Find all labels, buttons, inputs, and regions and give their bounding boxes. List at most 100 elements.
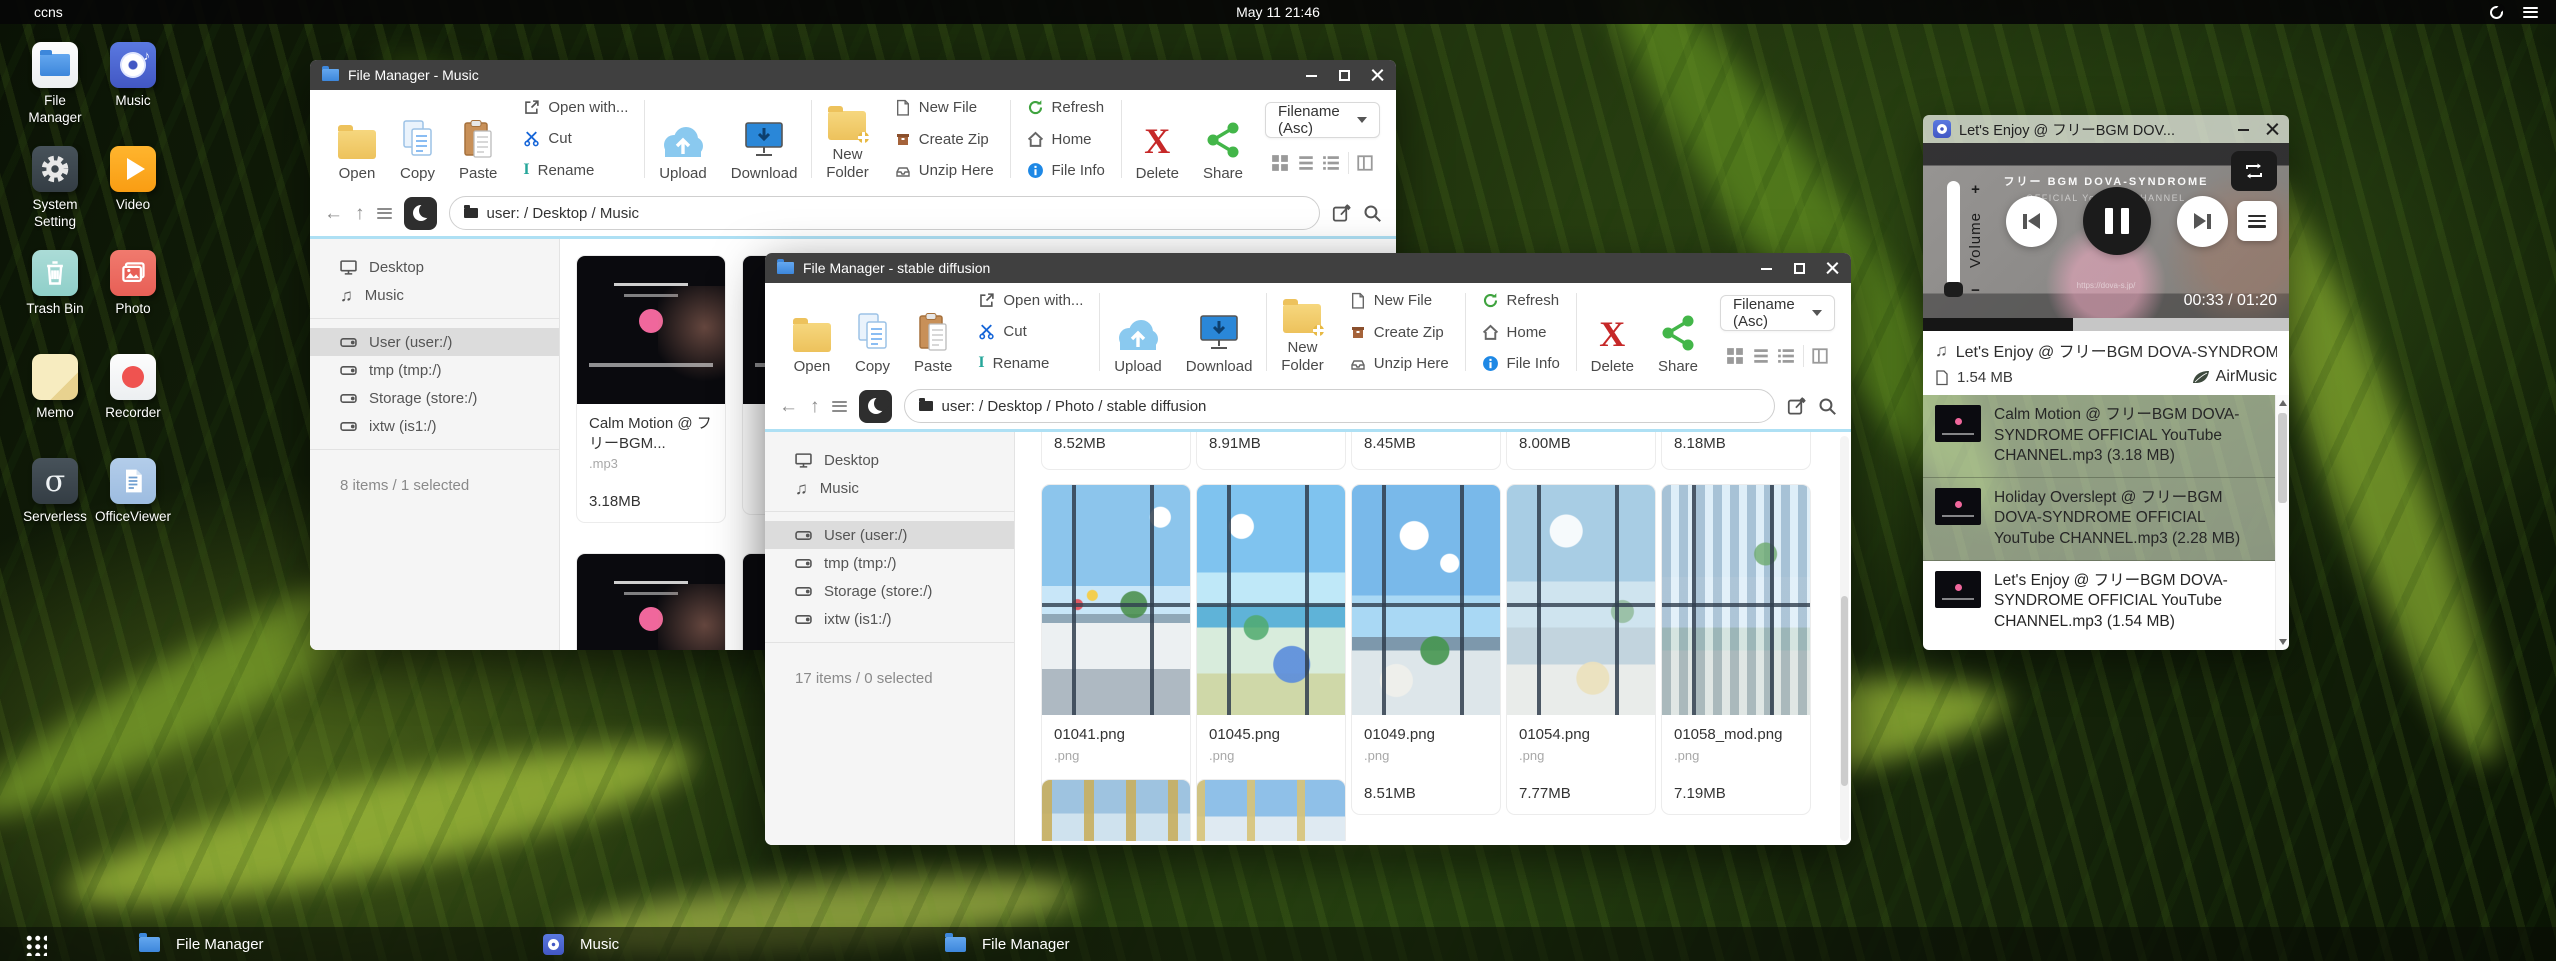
- file-card-01041[interactable]: 01041.png.png7.75MB: [1041, 484, 1191, 815]
- theme-moon-button[interactable]: [859, 390, 892, 423]
- sidebar-item-ixtw-drive[interactable]: ixtw (is1:/): [310, 412, 559, 440]
- up-button[interactable]: ↑: [810, 397, 820, 416]
- file-info-button[interactable]: File Info: [1027, 162, 1105, 179]
- pause-button[interactable]: [2083, 187, 2151, 255]
- view-list-icon[interactable]: [1297, 154, 1315, 172]
- file-info-button[interactable]: File Info: [1482, 355, 1560, 372]
- rename-button[interactable]: I Rename: [978, 354, 1083, 372]
- rename-button[interactable]: I Rename: [523, 161, 628, 179]
- menu-icon[interactable]: [832, 401, 847, 412]
- open-with-button[interactable]: Open with...: [978, 292, 1083, 309]
- file-card-01045[interactable]: 01045.png.png8.41MB: [1196, 484, 1346, 815]
- cut-button[interactable]: Cut: [978, 323, 1083, 340]
- create-zip-button[interactable]: Create Zip: [895, 131, 994, 148]
- up-button[interactable]: ↑: [355, 204, 365, 223]
- unzip-here-button[interactable]: Unzip Here: [1350, 355, 1449, 372]
- unzip-here-button[interactable]: Unzip Here: [895, 162, 994, 179]
- desktop-icon-music[interactable]: Music: [94, 42, 172, 146]
- power-icon[interactable]: [2490, 6, 2503, 19]
- back-button[interactable]: ←: [324, 204, 343, 223]
- desktop-icon-video[interactable]: Video: [94, 146, 172, 250]
- file-card-partial[interactable]: 8.45MB: [1351, 432, 1501, 470]
- file-card-01054[interactable]: 01054.png.png7.77MB: [1506, 484, 1656, 815]
- playlist-item[interactable]: Calm Motion @ フリーBGM DOVA-SYNDROME OFFIC…: [1923, 395, 2275, 478]
- copy-button[interactable]: Copy: [388, 96, 447, 182]
- view-columns-icon[interactable]: [1356, 154, 1374, 172]
- titlebar[interactable]: Let's Enjoy @ フリーBGM DOV...: [1923, 115, 2289, 143]
- sidebar-item-music[interactable]: ♫ Music: [310, 281, 559, 309]
- file-card-01049[interactable]: 01049.png.png8.51MB: [1351, 484, 1501, 815]
- scroll-down-icon[interactable]: [2279, 639, 2287, 645]
- close-button[interactable]: [1826, 262, 1839, 275]
- open-button[interactable]: Open: [781, 289, 843, 375]
- taskbar-item-file-manager-1[interactable]: File Manager: [115, 927, 515, 961]
- home-button[interactable]: Home: [1482, 324, 1560, 341]
- file-card-partial[interactable]: 8.18MB: [1661, 432, 1811, 470]
- sidebar-item-tmp-drive[interactable]: tmp (tmp:/): [310, 356, 559, 384]
- upload-button[interactable]: Upload: [1102, 289, 1174, 375]
- desktop-icon-memo[interactable]: Memo: [16, 354, 94, 458]
- view-list-icon[interactable]: [1752, 347, 1770, 365]
- minimize-button[interactable]: [1305, 69, 1318, 82]
- search-icon[interactable]: [1363, 204, 1382, 223]
- minimize-button[interactable]: [2237, 123, 2250, 136]
- upload-button[interactable]: Upload: [647, 96, 719, 182]
- file-card-partial[interactable]: 8.00MB: [1506, 432, 1656, 470]
- theme-moon-button[interactable]: [404, 197, 437, 230]
- menu-icon[interactable]: [377, 208, 392, 219]
- scroll-up-icon[interactable]: [2279, 400, 2287, 406]
- sidebar-item-user-drive[interactable]: User (user:/): [310, 328, 559, 356]
- new-folder-button[interactable]: NewFolder: [1269, 289, 1336, 375]
- close-button[interactable]: [1371, 69, 1384, 82]
- file-card-partial[interactable]: [1041, 779, 1191, 841]
- volume-handle[interactable]: [1944, 282, 1963, 297]
- file-card-calm-motion[interactable]: Calm Motion @ フリーBGM... .mp3 3.18MB: [576, 255, 726, 523]
- titlebar[interactable]: File Manager - Music: [310, 60, 1396, 90]
- view-columns-icon[interactable]: [1811, 347, 1829, 365]
- sidebar-item-desktop[interactable]: Desktop: [310, 253, 559, 281]
- volume-slider[interactable]: [1947, 181, 1960, 293]
- file-card-partial[interactable]: 8.91MB: [1196, 432, 1346, 470]
- edit-path-icon[interactable]: [1332, 204, 1351, 223]
- sidebar-item-tmp-drive[interactable]: tmp (tmp:/): [765, 549, 1014, 577]
- progress-bar[interactable]: [1923, 318, 2289, 331]
- scrollbar[interactable]: [1840, 436, 1849, 841]
- previous-button[interactable]: [2006, 196, 2057, 247]
- sort-dropdown[interactable]: Filename (Asc): [1720, 295, 1835, 331]
- refresh-button[interactable]: Refresh: [1482, 292, 1560, 309]
- view-grid-icon[interactable]: [1726, 347, 1744, 365]
- playlist-scrollbar[interactable]: [2275, 395, 2289, 650]
- refresh-button[interactable]: Refresh: [1027, 99, 1105, 116]
- desktop-icon-file-manager[interactable]: File Manager: [16, 42, 94, 146]
- close-button[interactable]: [2266, 123, 2279, 136]
- home-button[interactable]: Home: [1027, 131, 1105, 148]
- sort-dropdown[interactable]: Filename (Asc): [1265, 102, 1380, 138]
- open-button[interactable]: Open: [326, 96, 388, 182]
- download-button[interactable]: Download: [719, 96, 810, 182]
- taskbar-item-file-manager-2[interactable]: File Manager: [921, 927, 1321, 961]
- sidebar-item-storage-drive[interactable]: Storage (store:/): [310, 384, 559, 412]
- path-breadcrumb[interactable]: user: / Desktop / Photo / stable diffusi…: [904, 389, 1776, 423]
- open-with-button[interactable]: Open with...: [523, 99, 628, 116]
- paste-button[interactable]: Paste: [447, 96, 509, 182]
- view-detail-icon[interactable]: [1322, 154, 1340, 172]
- desktop-icon-trash-bin[interactable]: Trash Bin: [16, 250, 94, 354]
- path-breadcrumb[interactable]: user: / Desktop / Music: [449, 196, 1321, 230]
- file-card-01058-mod[interactable]: 01058_mod.png.png7.19MB: [1661, 484, 1811, 815]
- maximize-button[interactable]: [1338, 69, 1351, 82]
- desktop-icon-recorder[interactable]: Recorder: [94, 354, 172, 458]
- sidebar-item-music[interactable]: ♫ Music: [765, 474, 1014, 502]
- cut-button[interactable]: Cut: [523, 130, 628, 147]
- edit-path-icon[interactable]: [1787, 397, 1806, 416]
- new-file-button[interactable]: New File: [895, 99, 994, 116]
- desktop-icon-system-setting[interactable]: System Setting: [16, 146, 94, 250]
- sidebar-item-user-drive[interactable]: User (user:/): [765, 521, 1014, 549]
- playlist-item-current[interactable]: Let's Enjoy @ フリーBGM DOVA-SYNDROME OFFIC…: [1923, 561, 2275, 650]
- new-folder-button[interactable]: NewFolder: [814, 96, 881, 182]
- create-zip-button[interactable]: Create Zip: [1350, 324, 1449, 341]
- playlist-item[interactable]: Holiday Overslept @ フリーBGM DOVA-SYNDROME…: [1923, 478, 2275, 561]
- playlist-button[interactable]: [2237, 201, 2277, 241]
- share-button[interactable]: Share: [1646, 289, 1710, 375]
- copy-button[interactable]: Copy: [843, 289, 902, 375]
- sidebar-item-desktop[interactable]: Desktop: [765, 446, 1014, 474]
